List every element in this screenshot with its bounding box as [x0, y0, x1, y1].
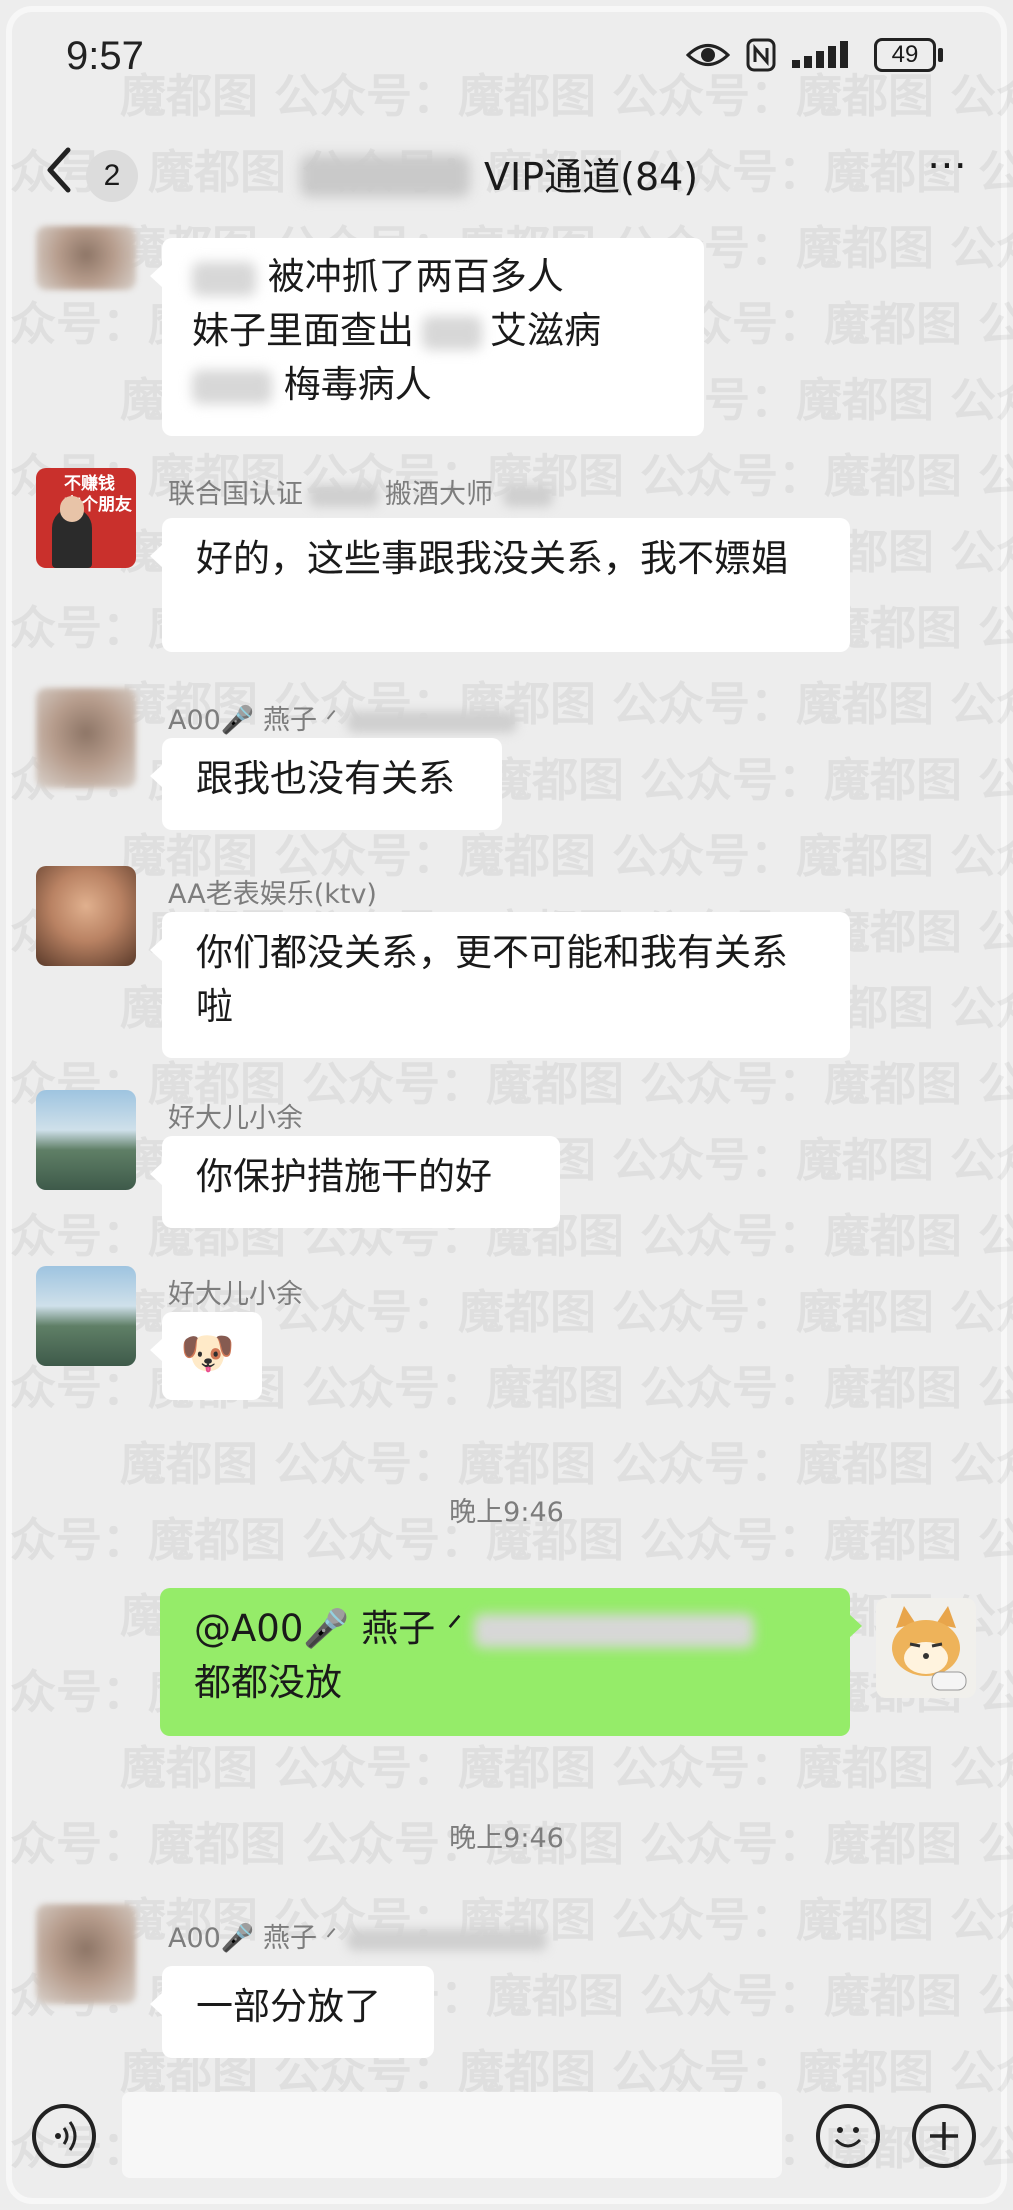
message-bubble[interactable]: 被冲抓了两百多人 妹子里面查出 艾滋病 梅毒病人 [150, 238, 704, 436]
avatar[interactable] [36, 1904, 136, 2004]
status-icons: 49 [686, 38, 943, 72]
avatar[interactable] [36, 688, 136, 788]
emoji-bubble[interactable]: 🐶 [150, 1312, 262, 1400]
message-line: @A00🎤 燕子 ᐟ [194, 1602, 816, 1656]
nfc-icon [746, 38, 776, 72]
sender-name: 好大儿小余 [168, 1279, 303, 1310]
plus-icon [930, 2122, 958, 2150]
sender-name: 好大儿小余 [168, 1103, 303, 1134]
shiba-sticker-icon [892, 1606, 967, 1691]
voice-toggle-button[interactable] [32, 2104, 96, 2168]
sender-name: 联合国认证 搬酒大师 [168, 472, 553, 511]
message-bubble[interactable]: 一部分放了 [150, 1966, 434, 2058]
voice-icon [55, 2121, 77, 2151]
unread-count-badge[interactable]: 2 [86, 150, 138, 202]
battery-level: 49 [874, 38, 936, 72]
smiley-icon [834, 2127, 862, 2148]
sender-name: AA老表娱乐(ktv) [168, 879, 377, 910]
message-bubble[interactable]: 跟我也没有关系 [150, 738, 502, 830]
emoji-button[interactable] [816, 2104, 880, 2168]
message-bubble[interactable]: 你保护措施干的好 [150, 1136, 560, 1228]
title-redacted [300, 155, 470, 197]
chat-header: 2 VIP通道(84) ⋯ [0, 130, 1013, 220]
timestamp: 晚上9:46 [449, 1497, 564, 1528]
timestamp: 晚上9:46 [449, 1823, 564, 1854]
status-time: 9:57 [66, 34, 144, 78]
avatar[interactable] [36, 1090, 136, 1190]
message-bubble[interactable]: 好的，这些事跟我没关系，我不嫖娼 [150, 518, 850, 652]
chat-title: VIP通道(84) [484, 155, 699, 199]
avatar[interactable] [36, 226, 136, 290]
message-line: 梅毒病人 [192, 358, 674, 412]
more-options-icon[interactable]: ⋯ [927, 142, 971, 188]
message-input[interactable] [122, 2092, 782, 2178]
message-line: 被冲抓了两百多人 [192, 250, 674, 304]
avatar[interactable] [36, 1266, 136, 1366]
signal-icon [792, 41, 848, 68]
self-message-bubble[interactable]: @A00🎤 燕子 ᐟ 都都没放 [160, 1588, 862, 1736]
battery-icon: 49 [874, 38, 943, 72]
avatar[interactable] [36, 866, 136, 966]
message-line: 都都没放 [194, 1661, 342, 1704]
sender-name: A00🎤 燕子 ᐟ [168, 1916, 548, 1955]
input-bar [0, 2070, 1013, 2200]
plus-button[interactable] [912, 2104, 976, 2168]
sender-name: A00🎤 燕子 ᐟ [168, 698, 518, 737]
back-arrow-icon[interactable] [40, 140, 80, 200]
status-bar: 9:57 49 [0, 0, 1013, 120]
self-avatar[interactable] [876, 1598, 976, 1698]
eye-icon [686, 44, 730, 66]
message-line: 妹子里面查出 艾滋病 [192, 309, 601, 352]
avatar[interactable]: 不赚钱 交个朋友 [36, 468, 136, 568]
message-bubble[interactable]: 你们都没关系，更不可能和我有关系啦 [150, 912, 850, 1058]
